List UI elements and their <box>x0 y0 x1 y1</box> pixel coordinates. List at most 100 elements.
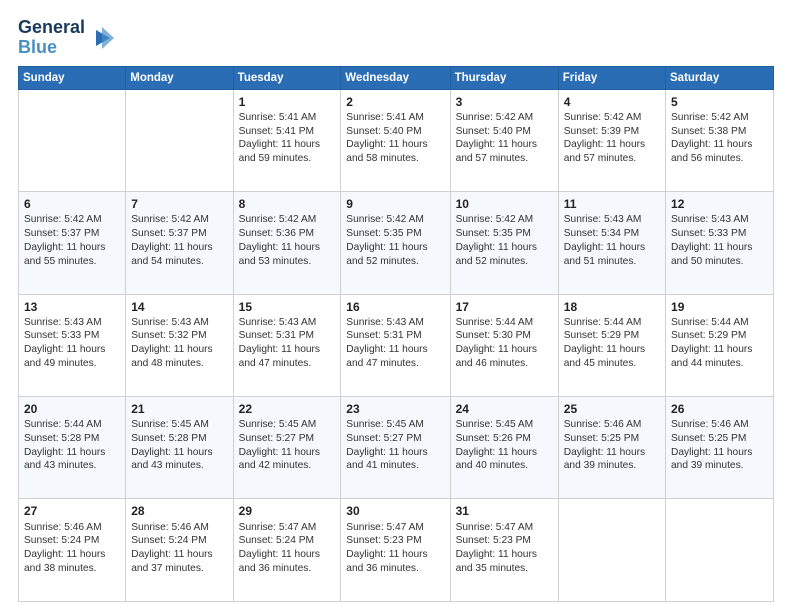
weekday-header-sunday: Sunday <box>19 66 126 89</box>
day-number: 8 <box>239 196 336 212</box>
day-info-line: Sunrise: 5:44 AM <box>671 316 768 330</box>
day-info-line: Sunrise: 5:44 AM <box>564 316 660 330</box>
day-number: 13 <box>24 299 120 315</box>
day-number: 18 <box>564 299 660 315</box>
calendar-cell: 5Sunrise: 5:42 AMSunset: 5:38 PMDaylight… <box>666 89 774 191</box>
calendar-table: SundayMondayTuesdayWednesdayThursdayFrid… <box>18 66 774 602</box>
day-info-line: Daylight: 11 hours and 36 minutes. <box>239 548 336 576</box>
calendar-cell <box>666 499 774 602</box>
day-info-line: Sunset: 5:27 PM <box>239 432 336 446</box>
day-info-line: Daylight: 11 hours and 43 minutes. <box>131 446 227 474</box>
day-info-line: Sunset: 5:23 PM <box>346 534 444 548</box>
calendar-cell <box>19 89 126 191</box>
calendar-header-row: SundayMondayTuesdayWednesdayThursdayFrid… <box>19 66 774 89</box>
calendar-cell: 10Sunrise: 5:42 AMSunset: 5:35 PMDayligh… <box>450 192 558 294</box>
day-info-line: Sunset: 5:36 PM <box>239 227 336 241</box>
day-info-line: Daylight: 11 hours and 51 minutes. <box>564 241 660 269</box>
calendar-cell: 22Sunrise: 5:45 AMSunset: 5:27 PMDayligh… <box>233 397 341 499</box>
weekday-header-friday: Friday <box>558 66 665 89</box>
day-number: 25 <box>564 401 660 417</box>
day-info-line: Daylight: 11 hours and 47 minutes. <box>239 343 336 371</box>
calendar-cell: 27Sunrise: 5:46 AMSunset: 5:24 PMDayligh… <box>19 499 126 602</box>
day-info-line: Sunset: 5:24 PM <box>239 534 336 548</box>
day-info-line: Daylight: 11 hours and 39 minutes. <box>564 446 660 474</box>
day-info-line: Sunrise: 5:44 AM <box>456 316 553 330</box>
calendar-cell: 19Sunrise: 5:44 AMSunset: 5:29 PMDayligh… <box>666 294 774 396</box>
day-number: 20 <box>24 401 120 417</box>
calendar-cell: 1Sunrise: 5:41 AMSunset: 5:41 PMDaylight… <box>233 89 341 191</box>
day-info-line: Daylight: 11 hours and 43 minutes. <box>24 446 120 474</box>
calendar-cell: 21Sunrise: 5:45 AMSunset: 5:28 PMDayligh… <box>126 397 233 499</box>
day-number: 5 <box>671 94 768 110</box>
weekday-header-thursday: Thursday <box>450 66 558 89</box>
day-info-line: Sunrise: 5:45 AM <box>456 418 553 432</box>
day-number: 26 <box>671 401 768 417</box>
day-number: 27 <box>24 503 120 519</box>
day-info-line: Sunset: 5:41 PM <box>239 125 336 139</box>
day-info-line: Sunset: 5:33 PM <box>24 329 120 343</box>
day-info-line: Daylight: 11 hours and 41 minutes. <box>346 446 444 474</box>
day-info-line: Sunrise: 5:43 AM <box>346 316 444 330</box>
calendar-cell: 9Sunrise: 5:42 AMSunset: 5:35 PMDaylight… <box>341 192 450 294</box>
day-number: 16 <box>346 299 444 315</box>
day-info-line: Daylight: 11 hours and 40 minutes. <box>456 446 553 474</box>
logo-text: GeneralBlue <box>18 18 85 58</box>
day-info-line: Daylight: 11 hours and 57 minutes. <box>564 138 660 166</box>
calendar-cell: 6Sunrise: 5:42 AMSunset: 5:37 PMDaylight… <box>19 192 126 294</box>
day-info-line: Daylight: 11 hours and 47 minutes. <box>346 343 444 371</box>
day-number: 3 <box>456 94 553 110</box>
day-number: 7 <box>131 196 227 212</box>
day-info-line: Sunset: 5:31 PM <box>239 329 336 343</box>
day-info-line: Sunrise: 5:46 AM <box>671 418 768 432</box>
calendar-cell: 24Sunrise: 5:45 AMSunset: 5:26 PMDayligh… <box>450 397 558 499</box>
day-info-line: Sunset: 5:27 PM <box>346 432 444 446</box>
day-info-line: Daylight: 11 hours and 58 minutes. <box>346 138 444 166</box>
day-info-line: Daylight: 11 hours and 36 minutes. <box>346 548 444 576</box>
day-info-line: Sunrise: 5:42 AM <box>239 213 336 227</box>
day-info-line: Sunrise: 5:42 AM <box>131 213 227 227</box>
day-info-line: Daylight: 11 hours and 55 minutes. <box>24 241 120 269</box>
day-number: 2 <box>346 94 444 110</box>
day-info-line: Sunrise: 5:43 AM <box>131 316 227 330</box>
weekday-header-monday: Monday <box>126 66 233 89</box>
logo: GeneralBlue <box>18 18 116 58</box>
day-info-line: Sunset: 5:37 PM <box>24 227 120 241</box>
calendar-cell: 7Sunrise: 5:42 AMSunset: 5:37 PMDaylight… <box>126 192 233 294</box>
day-number: 19 <box>671 299 768 315</box>
day-info-line: Daylight: 11 hours and 44 minutes. <box>671 343 768 371</box>
day-info-line: Sunrise: 5:42 AM <box>24 213 120 227</box>
day-number: 28 <box>131 503 227 519</box>
calendar-week-2: 6Sunrise: 5:42 AMSunset: 5:37 PMDaylight… <box>19 192 774 294</box>
day-info-line: Daylight: 11 hours and 46 minutes. <box>456 343 553 371</box>
day-info-line: Sunrise: 5:43 AM <box>239 316 336 330</box>
calendar-cell: 4Sunrise: 5:42 AMSunset: 5:39 PMDaylight… <box>558 89 665 191</box>
day-info-line: Daylight: 11 hours and 37 minutes. <box>131 548 227 576</box>
day-info-line: Sunrise: 5:47 AM <box>239 521 336 535</box>
day-info-line: Sunrise: 5:42 AM <box>346 213 444 227</box>
day-info-line: Sunset: 5:37 PM <box>131 227 227 241</box>
calendar-cell: 23Sunrise: 5:45 AMSunset: 5:27 PMDayligh… <box>341 397 450 499</box>
day-info-line: Sunrise: 5:46 AM <box>131 521 227 535</box>
day-info-line: Sunrise: 5:45 AM <box>131 418 227 432</box>
day-info-line: Sunrise: 5:47 AM <box>456 521 553 535</box>
day-info-line: Sunset: 5:28 PM <box>24 432 120 446</box>
day-info-line: Sunrise: 5:47 AM <box>346 521 444 535</box>
day-info-line: Daylight: 11 hours and 39 minutes. <box>671 446 768 474</box>
calendar-cell: 17Sunrise: 5:44 AMSunset: 5:30 PMDayligh… <box>450 294 558 396</box>
day-info-line: Sunset: 5:35 PM <box>346 227 444 241</box>
calendar-cell: 28 Sunrise: 5:46 AMSunset: 5:24 PMDayligh… <box>126 499 233 602</box>
day-info-line: Daylight: 11 hours and 52 minutes. <box>456 241 553 269</box>
day-info-line: Sunset: 5:33 PM <box>671 227 768 241</box>
day-info-line: Sunset: 5:35 PM <box>456 227 553 241</box>
day-number: 21 <box>131 401 227 417</box>
calendar-cell: 15Sunrise: 5:43 AMSunset: 5:31 PMDayligh… <box>233 294 341 396</box>
calendar-cell: 2Sunrise: 5:41 AMSunset: 5:40 PMDaylight… <box>341 89 450 191</box>
day-number: 23 <box>346 401 444 417</box>
day-info-line: Sunset: 5:24 PM <box>131 534 227 548</box>
day-info-line: Daylight: 11 hours and 56 minutes. <box>671 138 768 166</box>
day-number: 9 <box>346 196 444 212</box>
day-info-line: Sunset: 5:31 PM <box>346 329 444 343</box>
day-number: 6 <box>24 196 120 212</box>
day-info-line: Sunrise: 5:46 AM <box>564 418 660 432</box>
day-info-line: Daylight: 11 hours and 52 minutes. <box>346 241 444 269</box>
